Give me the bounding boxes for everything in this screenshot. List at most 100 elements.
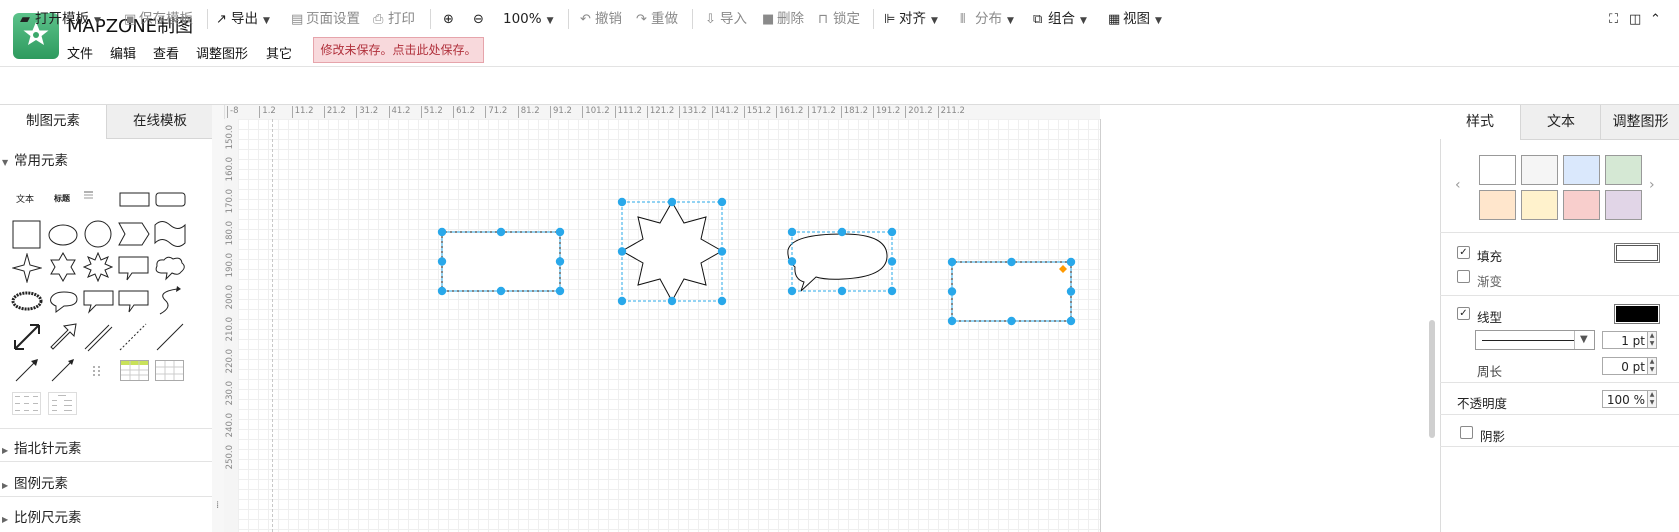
- palette-square[interactable]: [12, 220, 42, 250]
- resize-handle[interactable]: [837, 286, 847, 296]
- palette-star-6[interactable]: [48, 252, 78, 282]
- palette-oval-callout[interactable]: [48, 290, 80, 314]
- palette-rectangle[interactable]: [119, 192, 151, 208]
- line-width-stepper[interactable]: ▲ ▼: [1648, 331, 1657, 349]
- palette-line[interactable]: [155, 322, 185, 352]
- resize-handle[interactable]: [787, 257, 797, 266]
- zoom-out-button[interactable]: ⊖: [473, 10, 488, 28]
- resize-handle[interactable]: [496, 227, 506, 237]
- palette-rect-callout-2[interactable]: [118, 290, 150, 314]
- perimeter-input[interactable]: 0 pt: [1602, 357, 1648, 375]
- perimeter-stepper[interactable]: ▲ ▼: [1648, 357, 1657, 375]
- palette-double-line[interactable]: [83, 322, 113, 352]
- gradient-checkbox[interactable]: [1457, 270, 1470, 283]
- resize-handle[interactable]: [667, 296, 677, 306]
- resize-handle[interactable]: [887, 227, 897, 237]
- palette-arrow-line-2[interactable]: [50, 357, 76, 383]
- style-swatch[interactable]: [1605, 155, 1642, 185]
- undo-button[interactable]: ↶ 撤销: [580, 10, 622, 28]
- resize-handle[interactable]: [437, 257, 447, 266]
- resize-handle[interactable]: [555, 257, 565, 266]
- style-swatch[interactable]: [1479, 190, 1516, 220]
- resize-handle[interactable]: [947, 287, 957, 296]
- resize-handle[interactable]: [667, 197, 677, 207]
- section-scale-bar-elements[interactable]: ▶ 比例尺元素: [0, 506, 212, 526]
- palette-arrow-line[interactable]: [14, 357, 40, 383]
- palette-arrow-thick[interactable]: [48, 322, 78, 352]
- style-swatch[interactable]: [1479, 155, 1516, 185]
- chevron-right-icon[interactable]: ›: [1649, 177, 1655, 193]
- diagram-shapes[interactable]: [238, 119, 1100, 532]
- export-button[interactable]: ↗ 导出 ▼: [216, 10, 270, 28]
- palette-rounded-rectangle[interactable]: [155, 192, 187, 208]
- line-width-input[interactable]: 1 pt: [1602, 331, 1648, 349]
- line-checkbox[interactable]: ✓: [1457, 307, 1470, 320]
- resize-handle[interactable]: [1066, 316, 1076, 326]
- page-setup-button[interactable]: ▤ 页面设置: [291, 10, 360, 28]
- resize-handle[interactable]: [787, 286, 797, 296]
- palette-dashed-line[interactable]: [118, 322, 148, 352]
- fullscreen-button[interactable]: ⛶: [1609, 10, 1624, 28]
- resize-handle[interactable]: [887, 257, 897, 266]
- shape-rectangle[interactable]: [951, 261, 1072, 322]
- opacity-input[interactable]: 100 %: [1602, 390, 1648, 408]
- section-north-arrow-elements[interactable]: ▶ 指北针元素: [0, 437, 212, 457]
- canvas-outer-area[interactable]: [1101, 105, 1426, 532]
- resize-handle[interactable]: [617, 197, 627, 207]
- tab-arrange[interactable]: 调整图形: [1600, 105, 1679, 140]
- save-template-button[interactable]: ▣ 保存模板: [124, 10, 193, 28]
- lock-button[interactable]: ⊓ 锁定: [818, 10, 860, 28]
- resize-handle[interactable]: [717, 296, 727, 306]
- resize-handle[interactable]: [437, 227, 447, 237]
- resize-handle[interactable]: [837, 227, 847, 237]
- delete-button[interactable]: ■ 删除: [762, 10, 804, 28]
- view-button[interactable]: ▦ 视图 ▼: [1108, 10, 1162, 28]
- tab-drawing-elements[interactable]: 制图元素: [0, 105, 106, 138]
- open-template-button[interactable]: ▰ 打开模板 ▼: [20, 10, 101, 28]
- palette-star-8[interactable]: [83, 252, 113, 282]
- zoom-in-button[interactable]: ⊕: [443, 10, 458, 28]
- palette-text[interactable]: 文本: [16, 192, 34, 205]
- shape-star[interactable]: [620, 200, 724, 303]
- palette-heading[interactable]: 标题: [54, 193, 70, 204]
- line-style-dropdown[interactable]: ▼: [1475, 330, 1595, 350]
- resize-handle[interactable]: [947, 257, 957, 267]
- resize-handle[interactable]: [437, 286, 447, 296]
- palette-star-4[interactable]: [12, 253, 42, 283]
- resize-handle[interactable]: [1007, 316, 1016, 326]
- palette-callout-rect[interactable]: [118, 256, 150, 282]
- palette-step[interactable]: [118, 222, 150, 246]
- style-swatch[interactable]: [1605, 190, 1642, 220]
- resize-handle[interactable]: [717, 197, 727, 207]
- tab-text[interactable]: 文本: [1520, 105, 1601, 140]
- style-swatch[interactable]: [1521, 155, 1558, 185]
- chevron-left-icon[interactable]: ‹: [1455, 177, 1461, 193]
- align-button[interactable]: ⊫ 对齐 ▼: [884, 10, 938, 28]
- redo-button[interactable]: ↷ 重做: [636, 10, 678, 28]
- print-button[interactable]: ⎙ 打印: [373, 10, 415, 28]
- tab-style[interactable]: 样式: [1440, 105, 1520, 139]
- palette-circle[interactable]: [83, 219, 113, 249]
- opacity-stepper[interactable]: ▲ ▼: [1648, 390, 1657, 408]
- palette-double-arrow[interactable]: [12, 322, 42, 352]
- menu-file[interactable]: 文件: [67, 43, 93, 62]
- palette-wave[interactable]: [154, 220, 186, 248]
- palette-text-block[interactable]: [84, 190, 94, 202]
- style-swatch[interactable]: [1563, 155, 1600, 185]
- zoom-level-dropdown[interactable]: 100% ▼: [503, 10, 554, 28]
- vertical-scrollbar[interactable]: [1429, 320, 1435, 438]
- menu-edit[interactable]: 编辑: [110, 43, 136, 62]
- line-color-picker[interactable]: [1614, 304, 1660, 324]
- palette-cloud[interactable]: [154, 255, 186, 281]
- palette-dots[interactable]: [91, 364, 103, 378]
- resize-handle[interactable]: [887, 286, 897, 296]
- resize-handle[interactable]: [496, 286, 506, 296]
- unsaved-changes-notice[interactable]: 修改未保存。点击此处保存。: [313, 37, 484, 63]
- resize-handle[interactable]: [617, 296, 627, 306]
- palette-rect-callout[interactable]: [83, 290, 115, 314]
- resize-handle[interactable]: [1066, 257, 1076, 267]
- shape-oval-callout[interactable]: [787, 231, 893, 292]
- resize-handle[interactable]: [617, 247, 627, 256]
- style-swatch[interactable]: [1521, 190, 1558, 220]
- fill-checkbox[interactable]: ✓: [1457, 246, 1470, 259]
